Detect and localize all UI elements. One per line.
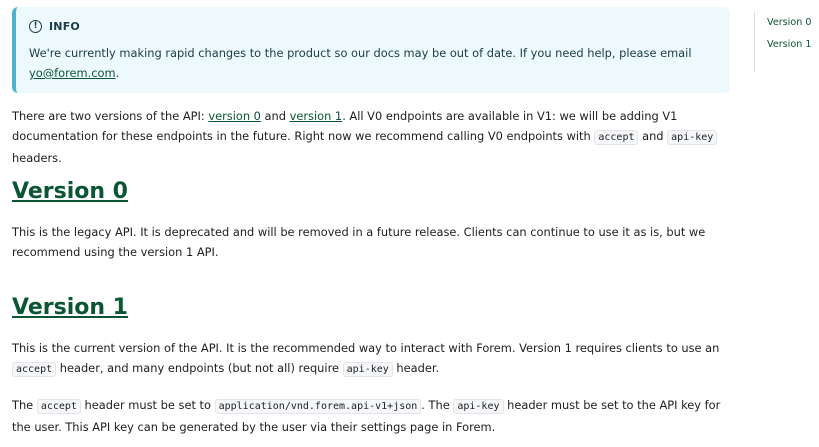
info-icon: !	[29, 19, 42, 33]
intro-text: There are two versions of the API:	[12, 109, 209, 123]
version-1-paragraph-1: This is the current version of the API. …	[12, 338, 724, 380]
code-accept: accept	[594, 130, 639, 145]
admonition-text: We're currently making rapid changes to …	[29, 46, 692, 60]
admonition-text-end: .	[115, 66, 120, 80]
code-accept: accept	[36, 399, 81, 414]
toc-item-version-1[interactable]: Version 1	[767, 34, 811, 56]
intro-text: and	[260, 109, 290, 123]
v1-text: header, and many endpoints (but not all)…	[56, 361, 343, 375]
version-1-paragraph-2: The accept header must be set to applica…	[12, 395, 724, 437]
code-accept: accept	[12, 362, 57, 377]
version-0-heading[interactable]: Version 0	[12, 179, 128, 204]
version-0-link[interactable]: version 0	[208, 109, 261, 123]
code-api-key: api-key	[453, 399, 504, 414]
version-0-paragraph: This is the legacy API. It is deprecated…	[12, 225, 706, 259]
version-1-link[interactable]: version 1	[290, 109, 343, 123]
email-link[interactable]: yo@forem.com	[29, 66, 116, 80]
intro-paragraph: There are two versions of the API: versi…	[12, 106, 724, 168]
code-api-key: api-key	[342, 362, 393, 377]
code-mime-type: application/vnd.forem.api-v1+json	[214, 399, 422, 414]
table-of-contents: Version 0 Version 1	[754, 12, 811, 72]
admonition-heading: ! INFO	[29, 17, 716, 35]
toc-item-version-0[interactable]: Version 0	[767, 12, 811, 34]
v1-text: This is the current version of the API. …	[12, 341, 720, 355]
info-admonition: ! INFO We're currently making rapid chan…	[12, 7, 730, 93]
intro-text: and	[638, 129, 668, 143]
code-api-key: api-key	[667, 130, 718, 145]
v1-text: The	[12, 398, 37, 412]
admonition-body: We're currently making rapid changes to …	[29, 43, 719, 83]
v1-text: header must be set to	[80, 398, 215, 412]
v1-text: header.	[392, 361, 440, 375]
v1-text: . The	[421, 398, 454, 412]
intro-text: headers.	[12, 151, 62, 165]
version-1-heading[interactable]: Version 1	[12, 295, 128, 320]
admonition-title: INFO	[49, 19, 80, 33]
